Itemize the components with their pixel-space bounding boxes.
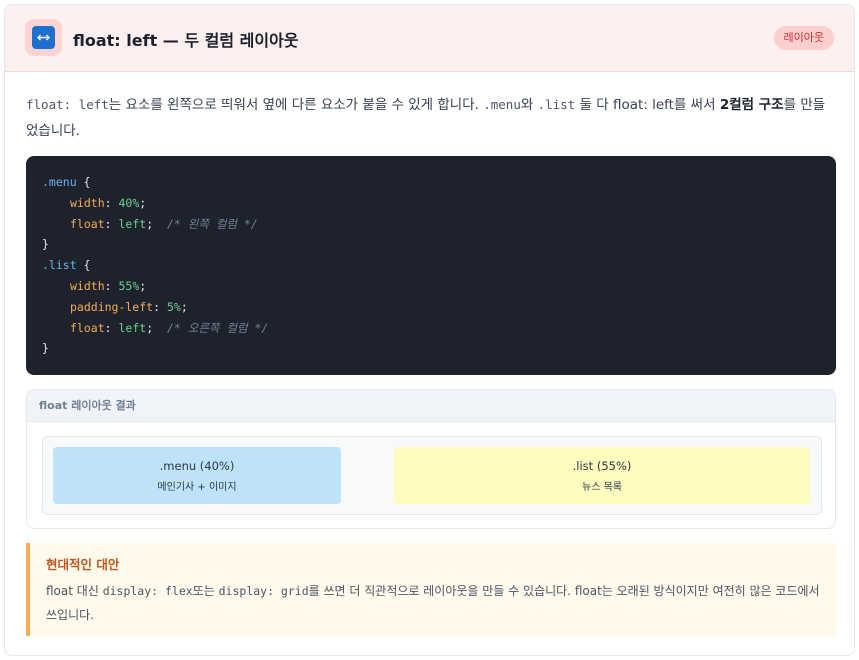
intro-paragraph: float: left는 요소를 왼쪽으로 띄워서 옆에 다른 요소가 붙을 수… (26, 92, 836, 144)
code-line: } (42, 237, 49, 252)
tip-callout: 현대적인 대안 float 대신 display: flex또는 display… (26, 543, 836, 636)
card-header: float: left — 두 컬럼 레이아웃 레이아웃 (5, 5, 854, 72)
code-line: } (42, 341, 49, 356)
lesson-card: float: left — 두 컬럼 레이아웃 레이아웃 float: left… (4, 4, 855, 656)
intro-text-3: 둘 다 float: left를 써서 (579, 97, 716, 113)
inline-code-list: .list (537, 97, 576, 112)
horizontal-arrows-icon (32, 26, 55, 49)
code-line: .menu { (42, 175, 91, 189)
menu-column-label: .menu (40%) (159, 459, 235, 473)
demo-stage: .menu (40%) 메인기사 + 이미지 .list (55%) 뉴스 목록 (42, 436, 822, 515)
demo-panel: float 레이아웃 결과 .menu (40%) 메인기사 + 이미지 .li… (26, 389, 836, 529)
menu-column-sub: 메인기사 + 이미지 (157, 482, 237, 493)
list-column-sub: 뉴스 목록 (582, 482, 622, 493)
code-line: .list { (42, 258, 91, 273)
code-line: padding-left: 5%; (70, 299, 188, 314)
code-block: .menu { width: 40%; float: left; /* 왼쪽 컬… (26, 156, 836, 375)
card-title: float: left — 두 컬럼 레이아웃 (73, 31, 299, 50)
intro-text-2: 와 (520, 97, 534, 113)
inline-code-flex: display: flex (102, 584, 193, 598)
intro-bold-text: 2컬럼 구조 (719, 97, 784, 113)
code-line: float: left; /* 오른쪽 컬럼 */ (70, 320, 269, 335)
demo-panel-title: float 레이아웃 결과 (27, 390, 835, 422)
code-line: width: 55%; (70, 278, 147, 293)
header-icon-container (25, 19, 62, 56)
list-column: .list (55%) 뉴스 목록 (394, 447, 810, 504)
code-line: width: 40%; (70, 195, 147, 210)
code-line: float: left; /* 왼쪽 컬럼 */ (70, 216, 258, 231)
tip-title: 현대적인 대안 (46, 557, 120, 572)
tip-text-2: 또는 (192, 584, 215, 598)
tip-body: float 대신 display: flex또는 display: grid를 … (46, 579, 820, 627)
list-column-label: .list (55%) (572, 459, 632, 473)
menu-column: .menu (40%) 메인기사 + 이미지 (53, 447, 341, 504)
intro-text-1: 는 요소를 왼쪽으로 띄워서 옆에 다른 요소가 붙을 수 있게 합니다. (108, 97, 479, 113)
category-badge: 레이아웃 (773, 26, 834, 50)
inline-code-float: float: left (26, 97, 109, 112)
tip-text-1: float 대신 (46, 584, 99, 598)
inline-code-menu: .menu (483, 97, 521, 112)
inline-code-grid: display: grid (218, 584, 309, 598)
